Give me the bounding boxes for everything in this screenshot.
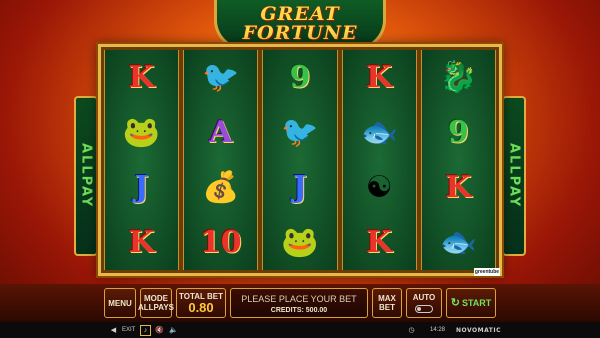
phoenix-symbol: 🐦 [267,109,333,157]
reel-1: K 🐸 J K [104,50,180,270]
frog-icon: 🐸 [281,225,319,260]
phoenix-icon: 🐦 [202,60,240,95]
refresh-icon: ↻ [450,296,460,309]
menu-button[interactable]: MENU [104,288,136,318]
exit-icon: ◀ [110,327,117,334]
gold-ingot-icon: 💰 [202,170,240,205]
koi-icon: 🐟 [360,115,398,150]
symbol-9: 9 [447,115,469,150]
sound-controls: ♪ 🔇 🔈 [140,324,179,336]
frog-symbol: 🐸 [267,219,333,267]
time-label: 14:28 [430,327,446,333]
logo-line2: FORTUNE [242,21,358,44]
symbol-k: K [366,60,393,95]
symbol-j: J [292,170,308,205]
max-bet-line2: BET [379,303,395,312]
symbol-10: 10 [199,225,242,260]
speaker-muted-icon[interactable]: 🔇 [154,325,165,336]
mode-button[interactable]: MODE ALLPAYS [138,288,175,318]
exit-label: EXIT [122,327,136,333]
koi-icon: 🐟 [439,225,478,260]
koi-symbol: 🐟 [425,219,491,267]
reel-5: 🐉 9 K 🐟 [420,50,497,270]
reel-2: 🐦 A 💰 10 [183,50,259,270]
mode-label: MODE [144,294,168,303]
phoenix-icon: 🐦 [281,115,319,150]
reel-3: 9 🐦 J 🐸 [262,50,338,270]
clock: ◷ [406,325,417,336]
provider-tag: greentube [474,268,500,276]
yin-yang-symbol: ☯ [346,164,412,212]
frog-icon: 🐸 [122,115,161,150]
allpay-banner-left: ALLPAY [74,96,98,256]
symbol-k: K [128,225,155,260]
frog-symbol: 🐸 [109,109,175,157]
reel-4: K 🐟 ☯ K [341,50,417,270]
brand: NOVOMATIC [456,327,501,334]
credits-display: CREDITS: 500.00 [270,307,328,314]
auto-button[interactable]: AUTO [406,288,442,318]
dragon-symbol: 🐉 [425,54,491,102]
symbol-j: J [134,170,149,205]
symbol-k: K [366,225,393,260]
sound-fx-icon[interactable]: ♪ [140,324,151,336]
status-message: PLEASE PLACE YOUR BET [241,294,357,304]
time-display: 14:28 [430,327,445,333]
exit-control[interactable]: ◀ EXIT [108,325,136,336]
message-panel: PLEASE PLACE YOUR BET CREDITS: 500.00 [230,288,368,318]
logo-line1: GREAT [260,2,340,25]
auto-toggle-icon [415,305,433,313]
game-logo: GREAT FORTUNE [214,0,386,50]
max-bet-button[interactable]: MAX BET [372,288,402,318]
allpay-banner-right: ALLPAY [502,96,526,256]
mode-value: ALLPAYS [138,303,175,312]
symbol-a: A [209,115,233,150]
clock-icon: ◷ [408,327,415,334]
status-bar: ◀ EXIT ♪ 🔇 🔈 ◷ 14:28 NOVOMATIC [0,322,600,338]
total-bet-control[interactable]: TOTAL BET 0.80 [176,288,226,318]
menu-label: MENU [108,298,132,308]
yin-yang-icon: ☯ [365,170,393,205]
start-button[interactable]: ↻ START [446,288,496,318]
max-bet-line1: MAX [378,294,396,303]
gold-ingot-symbol: 💰 [188,164,254,212]
auto-label: AUTO [412,293,436,302]
brand-label: NOVOMATIC [456,326,501,334]
phoenix-symbol: 🐦 [188,54,254,102]
symbol-9: 9 [289,60,311,95]
dragon-icon: 🐉 [439,60,478,95]
reel-grid: K 🐸 J K 🐦 A 💰 10 9 🐦 J 🐸 K 🐟 ☯ K 🐉 9 K 🐟 [104,50,497,270]
symbol-k: K [128,60,155,95]
symbol-k: K [445,170,472,205]
game-stage: GREAT FORTUNE ALLPAY ALLPAY K 🐸 J K 🐦 A 💰 10 9 🐦 J… [0,0,600,338]
speaker-icon[interactable]: 🔈 [168,325,179,336]
start-label: START [461,297,492,308]
total-bet-value: 0.80 [188,299,214,315]
koi-symbol: 🐟 [346,109,412,157]
